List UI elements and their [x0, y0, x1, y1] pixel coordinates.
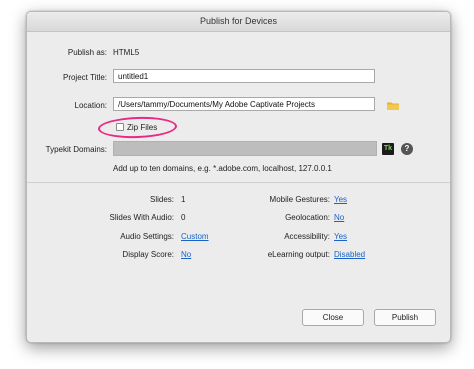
- publish-as-value: HTML5: [113, 48, 140, 57]
- typekit-domains-input[interactable]: [113, 141, 377, 156]
- dialog-title: Publish for Devices: [27, 12, 450, 32]
- zip-files-label[interactable]: Zip Files: [127, 123, 157, 132]
- zip-files-checkbox[interactable]: [116, 123, 124, 131]
- audio-settings-link[interactable]: Custom: [181, 232, 209, 241]
- mobile-gestures-link[interactable]: Yes: [334, 195, 347, 204]
- display-score-link[interactable]: No: [181, 250, 191, 259]
- project-title-input[interactable]: [113, 69, 375, 83]
- location-label: Location:: [74, 101, 107, 110]
- geolocation-link[interactable]: No: [334, 213, 344, 222]
- slides-value: 1: [181, 195, 186, 204]
- typekit-domains-label: Typekit Domains:: [45, 145, 107, 154]
- display-score-label: Display Score:: [122, 250, 174, 259]
- typekit-hint: Add up to ten domains, e.g. *.adobe.com,…: [113, 164, 332, 173]
- location-input[interactable]: [113, 97, 375, 111]
- elearning-output-label: eLearning output:: [267, 250, 330, 259]
- typekit-icon[interactable]: Tk: [382, 143, 394, 155]
- section-divider: [27, 182, 450, 183]
- audio-settings-label: Audio Settings:: [120, 232, 174, 241]
- elearning-output-link[interactable]: Disabled: [334, 250, 365, 259]
- publish-for-devices-dialog: Publish for Devices Publish as: HTML5 Pr…: [26, 11, 451, 343]
- close-button[interactable]: Close: [302, 309, 364, 326]
- project-title-label: Project Title:: [62, 73, 107, 82]
- slides-with-audio-value: 0: [181, 213, 186, 222]
- folder-icon[interactable]: [387, 101, 399, 110]
- help-icon[interactable]: ?: [401, 143, 413, 155]
- slides-with-audio-label: Slides With Audio:: [109, 213, 174, 222]
- geolocation-label: Geolocation:: [285, 213, 330, 222]
- accessibility-label: Accessibility:: [284, 232, 330, 241]
- publish-button[interactable]: Publish: [374, 309, 436, 326]
- mobile-gestures-label: Mobile Gestures:: [269, 195, 330, 204]
- slides-label: Slides:: [149, 195, 174, 204]
- accessibility-link[interactable]: Yes: [334, 232, 347, 241]
- publish-as-label: Publish as:: [67, 48, 107, 57]
